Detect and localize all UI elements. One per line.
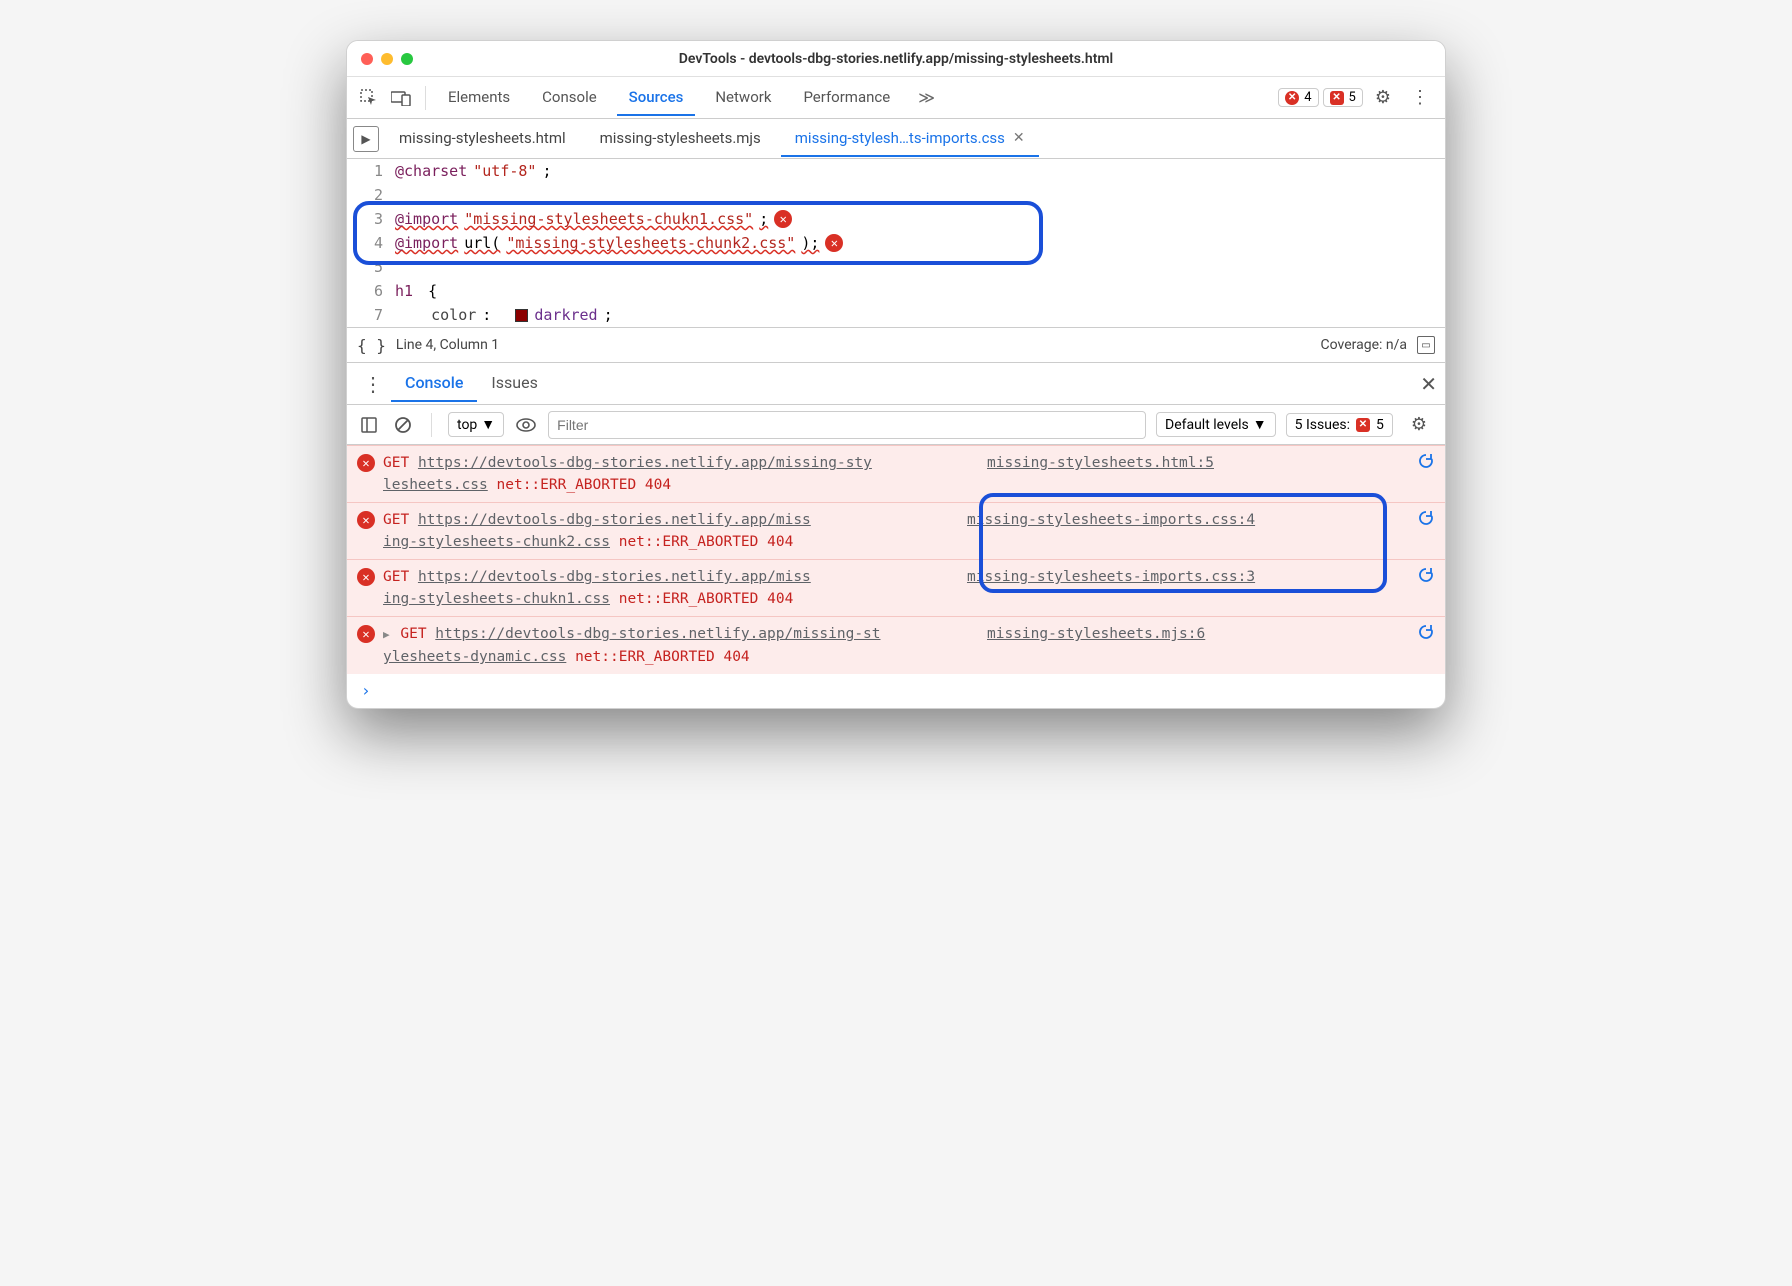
drawer-tab-issues[interactable]: Issues (477, 365, 551, 402)
tab-console[interactable]: Console (530, 80, 609, 116)
message-text: GET https://devtools-dbg-stories.netlify… (383, 509, 953, 553)
source-link[interactable]: missing-stylesheets-imports.css:3 (967, 566, 1255, 588)
drawer-tab-console[interactable]: Console (391, 365, 477, 402)
more-tabs-chevron-icon[interactable]: ≫ (910, 84, 943, 111)
close-window-button[interactable] (361, 53, 373, 65)
message-text: GET https://devtools-dbg-stories.netlify… (383, 566, 953, 610)
issue-square-icon: ✕ (1356, 418, 1370, 432)
devtools-window: DevTools - devtools-dbg-stories.netlify.… (346, 40, 1446, 709)
editor-status-bar: { } Line 4, Column 1 Coverage: n/a ▭ (347, 327, 1445, 363)
collapse-sidebar-icon[interactable]: ▭ (1417, 336, 1435, 354)
error-inline-icon[interactable]: ✕ (774, 210, 792, 228)
settings-gear-icon[interactable]: ⚙ (1367, 83, 1399, 112)
file-tab-mjs[interactable]: missing-stylesheets.mjs (586, 121, 775, 157)
clear-console-icon[interactable] (391, 413, 415, 437)
console-toolbar: top ▼ Default levels ▼ 5 Issues: ✕ 5 ⚙ (347, 405, 1445, 445)
issues-count: 5 (1349, 90, 1356, 105)
error-circle-icon: ✕ (357, 568, 375, 586)
context-selector[interactable]: top ▼ (448, 412, 504, 437)
coverage-label: Coverage: n/a (1321, 337, 1407, 353)
separator (431, 413, 432, 437)
show-navigator-icon[interactable]: ▶ (353, 126, 379, 152)
separator (425, 86, 426, 110)
file-tab-html[interactable]: missing-stylesheets.html (385, 121, 580, 157)
pretty-print-icon[interactable]: { } (357, 336, 386, 355)
minimize-window-button[interactable] (381, 53, 393, 65)
console-prompt[interactable]: › (347, 674, 1445, 708)
file-tab-css[interactable]: missing-stylesh…ts-imports.css ✕ (781, 121, 1039, 157)
source-link[interactable]: missing-stylesheets-imports.css:4 (967, 509, 1255, 531)
refresh-icon[interactable] (1417, 509, 1435, 534)
tab-performance[interactable]: Performance (791, 80, 902, 116)
message-text: GET https://devtools-dbg-stories.netlify… (383, 452, 973, 496)
cursor-position: Line 4, Column 1 (396, 337, 499, 353)
window-title: DevTools - devtools-dbg-stories.netlify.… (347, 51, 1445, 67)
issues-pill[interactable]: 5 Issues: ✕ 5 (1286, 413, 1393, 437)
live-expression-icon[interactable] (514, 413, 538, 437)
tab-sources[interactable]: Sources (617, 80, 696, 116)
console-settings-gear-icon[interactable]: ⚙ (1403, 410, 1435, 439)
refresh-icon[interactable] (1417, 452, 1435, 477)
error-circle-icon: ✕ (1285, 91, 1299, 105)
drawer-close-icon[interactable]: ✕ (1420, 372, 1437, 396)
error-inline-icon[interactable]: ✕ (825, 234, 843, 252)
log-levels-selector[interactable]: Default levels ▼ (1156, 412, 1276, 437)
console-error-row[interactable]: ✕ GET https://devtools-dbg-stories.netli… (347, 559, 1445, 616)
source-link[interactable]: missing-stylesheets.html:5 (987, 452, 1214, 474)
color-swatch-icon[interactable] (515, 309, 528, 322)
tab-network[interactable]: Network (703, 80, 783, 116)
refresh-icon[interactable] (1417, 566, 1435, 591)
chevron-down-icon: ▼ (1253, 416, 1267, 433)
titlebar: DevTools - devtools-dbg-stories.netlify.… (347, 41, 1445, 77)
expand-triangle-icon[interactable]: ▶ (383, 628, 390, 641)
console-error-row[interactable]: ✕ GET https://devtools-dbg-stories.netli… (347, 445, 1445, 502)
source-link[interactable]: missing-stylesheets.mjs:6 (987, 623, 1205, 645)
code-content[interactable]: @charset "utf-8"; @import "missing-style… (395, 159, 1445, 327)
console-filter-input[interactable] (548, 411, 1146, 439)
inspect-icon[interactable] (355, 84, 383, 112)
device-toolbar-icon[interactable] (387, 84, 415, 112)
issues-badge[interactable]: ✕ 5 (1323, 88, 1363, 107)
tab-elements[interactable]: Elements (436, 80, 522, 116)
chevron-down-icon: ▼ (481, 416, 495, 433)
errors-count: 4 (1304, 90, 1311, 105)
traffic-lights (361, 53, 413, 65)
error-circle-icon: ✕ (357, 454, 375, 472)
kebab-menu-icon[interactable]: ⋮ (1403, 83, 1437, 112)
message-text: ▶ GET https://devtools-dbg-stories.netli… (383, 623, 973, 668)
console-sidebar-toggle-icon[interactable] (357, 413, 381, 437)
panel-tabs: Elements Console Sources Network Perform… (436, 80, 1274, 116)
drawer-menu-icon[interactable]: ⋮ (355, 368, 391, 400)
error-circle-icon: ✕ (357, 511, 375, 529)
errors-badge[interactable]: ✕ 4 (1278, 88, 1318, 107)
main-toolbar: Elements Console Sources Network Perform… (347, 77, 1445, 119)
file-tabs-bar: ▶ missing-stylesheets.html missing-style… (347, 119, 1445, 159)
console-messages: ✕ GET https://devtools-dbg-stories.netli… (347, 445, 1445, 708)
refresh-icon[interactable] (1417, 623, 1435, 648)
line-gutter: 1 2 3 4 5 6 7 (347, 159, 395, 327)
console-error-row[interactable]: ✕ ▶ GET https://devtools-dbg-stories.net… (347, 616, 1445, 674)
close-tab-icon[interactable]: ✕ (1013, 130, 1025, 146)
error-circle-icon: ✕ (357, 625, 375, 643)
maximize-window-button[interactable] (401, 53, 413, 65)
code-editor[interactable]: 1 2 3 4 5 6 7 @charset "utf-8"; @import … (347, 159, 1445, 327)
drawer-tabs: ⋮ Console Issues ✕ (347, 363, 1445, 405)
issue-square-icon: ✕ (1330, 91, 1344, 105)
console-error-row[interactable]: ✕ GET https://devtools-dbg-stories.netli… (347, 502, 1445, 559)
